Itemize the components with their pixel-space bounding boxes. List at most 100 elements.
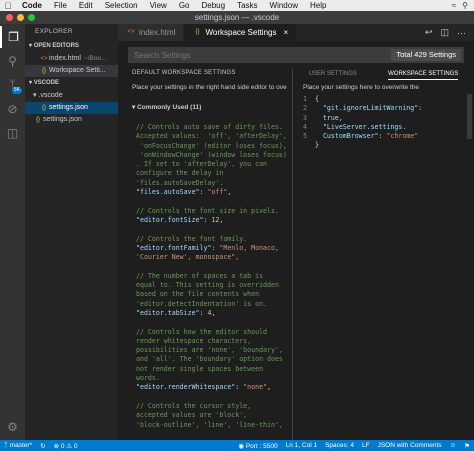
- window-title: settings.json — .vscode: [194, 13, 280, 22]
- problems-indicator[interactable]: ⊗ 0 ⚠ 0: [50, 442, 82, 450]
- debug-icon[interactable]: ⊘: [0, 98, 25, 120]
- code-line: words.: [136, 374, 292, 383]
- open-editor-name: Workspace Setti...: [49, 67, 106, 74]
- editor-actions: ↩ ◫ ···: [425, 24, 474, 41]
- code-line: CustomBrowser": "chrome": [315, 132, 422, 141]
- menu-code[interactable]: Code: [16, 1, 48, 10]
- menu-file[interactable]: File: [48, 1, 73, 10]
- branch-indicator[interactable]: ᛉ master*: [0, 442, 36, 449]
- default-settings-lines: // Controls auto save of dirty files. Acc…: [136, 123, 292, 430]
- code-line: "editor.fontFamily": "Menlo, Monaco,: [136, 244, 292, 253]
- line-ending[interactable]: LF: [358, 442, 374, 450]
- tree-item-label: .vscode: [38, 92, 63, 99]
- code-comment: words.: [136, 374, 160, 383]
- code-line: Accepted values: 'off', 'afterDelay',: [136, 132, 292, 141]
- menu-edit[interactable]: Edit: [73, 1, 99, 10]
- code-comment: // Controls the font family.: [136, 234, 248, 243]
- zoom-window-button[interactable]: [28, 14, 35, 21]
- search-settings-input[interactable]: [128, 49, 392, 61]
- extensions-icon[interactable]: ◫: [0, 122, 25, 144]
- tree-item-settings-json[interactable]: {} settings.json: [25, 102, 118, 114]
- source-control-icon[interactable]: ᛉ 5K: [0, 74, 25, 96]
- setting-value: "chrome": [386, 132, 419, 141]
- menu-debug[interactable]: Debug: [195, 1, 231, 10]
- workspace-settings-info: Place your settings here to overwrite th…: [303, 84, 419, 91]
- code-comment: not render single spaces between: [136, 364, 264, 373]
- open-editor-workspace-settings[interactable]: {} Workspace Setti...: [25, 65, 118, 77]
- explorer-icon[interactable]: ❐: [0, 26, 25, 48]
- workspace-settings-lines: { "git.ignoreLimitWarning": true, "LiveS…: [315, 95, 422, 151]
- settings-target-tabs: USER SETTINGS WORKSPACE SETTINGS: [293, 69, 474, 80]
- code-line: configure the delay in: [136, 169, 292, 178]
- menu-view[interactable]: View: [144, 1, 173, 10]
- more-actions-icon[interactable]: ···: [457, 28, 466, 38]
- setting-key: "editor.fontSize": [136, 215, 204, 224]
- split-editor-icon[interactable]: ◫: [440, 27, 449, 38]
- bell-icon[interactable]: ⚑: [460, 442, 474, 450]
- scrollbar[interactable]: [467, 94, 472, 139]
- menu-help[interactable]: Help: [304, 1, 332, 10]
- code-line: . If set to 'afterDelay', you can: [136, 160, 292, 169]
- menubar-status-icons: ≈ ⚲: [452, 1, 474, 10]
- code-comment: Accepted values: 'off', 'afterDelay',: [136, 132, 287, 141]
- code-comment: 'files.autoSaveDelay'.: [136, 178, 224, 187]
- open-editors-label: OPEN EDITORS: [33, 43, 79, 49]
- code-line: possibilities are 'none', 'boundary',: [136, 346, 292, 355]
- menu-selection[interactable]: Selection: [99, 1, 144, 10]
- code-line: 'onWindowChange' (window loses focus): [136, 151, 292, 160]
- tab-workspace-settings-target[interactable]: WORKSPACE SETTINGS: [388, 69, 459, 80]
- tree-item-vscode-folder[interactable]: ▾ .vscode: [25, 90, 118, 102]
- wifi-icon[interactable]: ≈: [452, 1, 456, 10]
- code-line: "git.ignoreLimitWarning":: [315, 104, 422, 113]
- cursor-position[interactable]: Ln 1, Col 1: [282, 442, 321, 450]
- setting-value: "off": [207, 188, 228, 197]
- sync-icon[interactable]: ↻: [36, 442, 49, 450]
- code-line: 'Courier New', monospace",: [136, 253, 292, 262]
- tab-index-html[interactable]: <> index.html: [118, 24, 185, 41]
- open-json-icon[interactable]: ↩: [425, 27, 433, 38]
- spotlight-icon[interactable]: ⚲: [462, 1, 468, 10]
- line-number: 4: [303, 122, 307, 131]
- window-controls: [6, 14, 35, 21]
- code-line: true,: [315, 114, 422, 123]
- tab-workspace-settings[interactable]: {} Workspace Settings ×: [184, 24, 298, 41]
- code-line: // Controls how the editor should: [136, 328, 292, 337]
- folder-section-header[interactable]: ▾ VSCODE: [25, 77, 118, 90]
- tree-item-settings-json-root[interactable]: {} settings.json: [25, 114, 118, 126]
- search-settings[interactable]: Total 429 Settings: [128, 47, 464, 63]
- settings-file-icon: {}: [41, 68, 46, 74]
- language-mode[interactable]: JSON with Comments: [374, 442, 446, 450]
- default-settings-code[interactable]: ▾ Commonly Used (11) // Controls auto sa…: [118, 99, 292, 440]
- open-editor-index-html[interactable]: <> index.html ~/Boo...: [25, 53, 118, 65]
- code-line: }: [315, 141, 422, 150]
- menu-tasks[interactable]: Tasks: [231, 1, 263, 10]
- open-editor-name: index.html: [49, 55, 81, 62]
- port-label: Port : 5500: [245, 442, 278, 450]
- live-server-port[interactable]: ◉ Port : 5500: [234, 442, 281, 450]
- close-window-button[interactable]: [6, 14, 13, 21]
- settings-group-header[interactable]: ▾ Commonly Used (11): [132, 103, 201, 111]
- menu-window[interactable]: Window: [264, 1, 304, 10]
- setting-key: "files.autoSave": [136, 188, 200, 197]
- search-icon[interactable]: ⚲: [0, 50, 25, 72]
- html-file-icon: <>: [127, 29, 135, 35]
- gear-icon[interactable]: ⚙: [0, 416, 25, 438]
- minimize-window-button[interactable]: [17, 14, 24, 21]
- indentation-setting[interactable]: Spaces: 4: [321, 442, 358, 450]
- code-line: 'editor.detectIndentation' is on.: [136, 300, 292, 309]
- settings-count-badge: Total 429 Settings: [391, 49, 461, 61]
- explorer-sidebar: EXPLORER ▾ OPEN EDITORS <> index.html ~/…: [25, 24, 118, 440]
- tab-user-settings[interactable]: USER SETTINGS: [309, 69, 357, 80]
- apple-icon[interactable]: : [0, 1, 16, 11]
- close-icon[interactable]: ×: [283, 24, 288, 41]
- smiley-icon[interactable]: ☺: [446, 442, 461, 450]
- tree-item-label: settings.json: [43, 116, 82, 123]
- menu-go[interactable]: Go: [173, 1, 196, 10]
- sidebar-title: EXPLORER: [35, 28, 73, 35]
- line-number: 1: [303, 95, 307, 103]
- code-comment: render whitespace characters,: [136, 336, 252, 345]
- code-line: "editor.fontSize": 12,: [136, 216, 292, 225]
- open-editors-header[interactable]: ▾ OPEN EDITORS: [25, 40, 118, 53]
